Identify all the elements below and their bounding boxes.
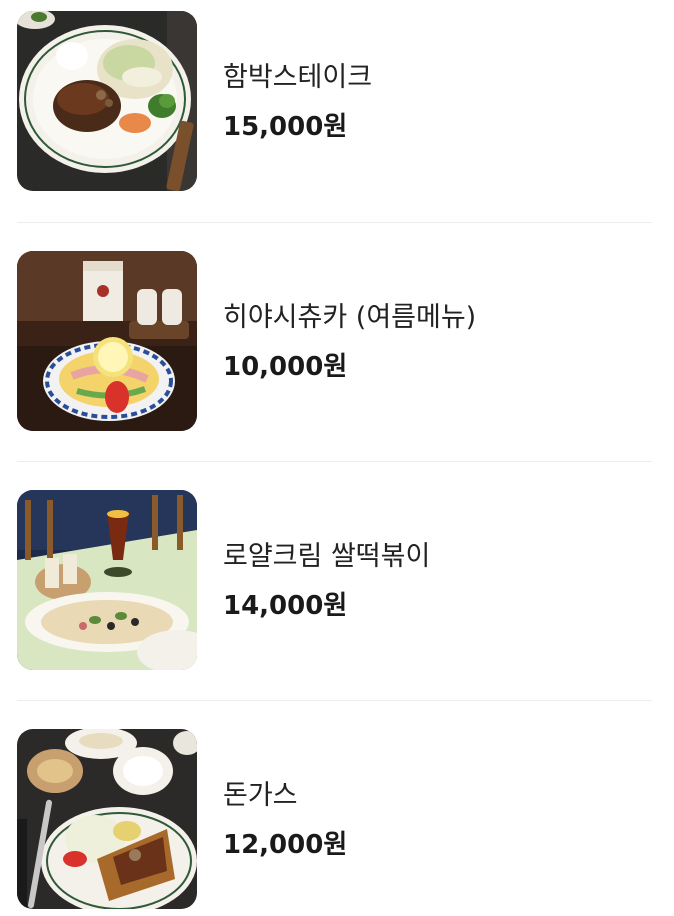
menu-item-hiyashi-chuka[interactable]: 히야시츄카 (여름메뉴) 10,000원 [17, 251, 652, 431]
menu-item-photo[interactable] [17, 251, 197, 431]
menu-item-name: 함박스테이크 [223, 62, 373, 93]
menu-item-cream-tteokbokki[interactable]: 로얄크림 쌀떡볶이 14,000원 [17, 490, 652, 670]
divider [17, 700, 652, 701]
cream-tteokbokki-photo [17, 490, 197, 670]
divider [17, 461, 652, 462]
menu-item-photo[interactable] [17, 11, 197, 191]
hiyashi-chuka-photo [17, 251, 197, 431]
divider [17, 222, 652, 223]
menu-item-tonkatsu[interactable]: 돈가스 12,000원 [17, 729, 652, 909]
menu-item-price: 10,000원 [223, 352, 348, 382]
menu-item-price: 15,000원 [223, 112, 348, 142]
menu-item-photo[interactable] [17, 490, 197, 670]
tonkatsu-photo [17, 729, 197, 909]
menu-item-name: 돈가스 [223, 780, 298, 811]
menu-item-price: 12,000원 [223, 830, 348, 860]
menu-item-price: 14,000원 [223, 591, 348, 621]
menu-item-name: 히야시츄카 (여름메뉴) [223, 302, 477, 333]
menu-item-photo[interactable] [17, 729, 197, 909]
menu-item-hamburg-steak[interactable]: 함박스테이크 15,000원 [17, 11, 652, 191]
hamburg-steak-photo [17, 11, 197, 191]
menu-item-name: 로얄크림 쌀떡볶이 [223, 541, 431, 572]
